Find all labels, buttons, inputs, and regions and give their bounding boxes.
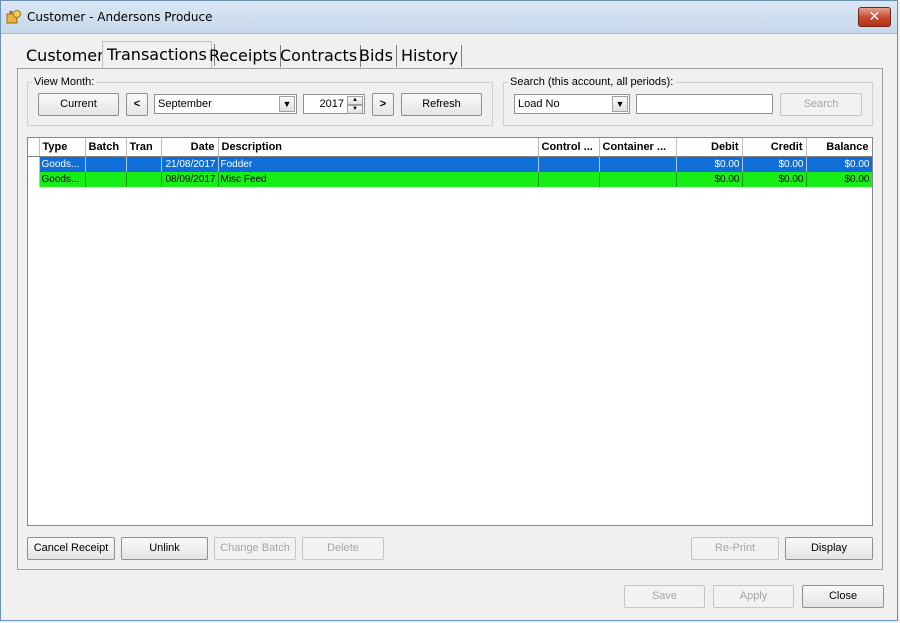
column-header-date[interactable]: Date <box>161 138 219 157</box>
cancel-receipt-button[interactable]: Cancel Receipt <box>27 537 115 560</box>
unlink-button[interactable]: Unlink <box>121 537 208 560</box>
transactions-grid[interactable]: Type Batch Tran Date Description Control… <box>27 137 873 526</box>
row-indicator <box>28 156 40 172</box>
delete-button[interactable]: Delete <box>302 537 384 560</box>
search-field-select[interactable]: Load No ▼ <box>514 94 630 114</box>
tab-bids[interactable]: Bids <box>359 43 397 68</box>
save-button[interactable]: Save <box>624 585 705 608</box>
next-month-button[interactable]: > <box>372 93 394 116</box>
spin-up-icon[interactable]: ▲ <box>347 96 363 105</box>
search-field-value: Load No <box>518 98 560 110</box>
cell-control <box>538 156 600 172</box>
column-header-debit[interactable]: Debit <box>676 138 743 157</box>
search-input[interactable] <box>636 94 773 114</box>
cell-debit: $0.00 <box>676 172 743 187</box>
cell-tran <box>126 172 162 187</box>
year-value: 2017 <box>319 98 344 110</box>
customer-window: Customer - Andersons Produce ✕ Customer … <box>0 0 898 621</box>
column-header-credit[interactable]: Credit <box>742 138 807 157</box>
search-button[interactable]: Search <box>780 93 862 116</box>
cell-date: 21/08/2017 <box>161 156 219 172</box>
transactions-table: Type Batch Tran Date Description Control… <box>28 138 872 187</box>
column-header-control[interactable]: Control ... <box>538 138 600 157</box>
column-header-type[interactable]: Type <box>39 138 86 157</box>
cell-balance: $0.00 <box>806 172 872 187</box>
refresh-button[interactable]: Refresh <box>401 93 482 116</box>
cell-type: Goods... <box>39 156 86 172</box>
cell-batch <box>85 156 127 172</box>
view-month-label: View Month: <box>32 76 97 88</box>
cell-credit: $0.00 <box>742 172 807 187</box>
cell-date: 08/09/2017 <box>161 172 219 187</box>
close-button[interactable]: Close <box>802 585 884 608</box>
reprint-button[interactable]: Re-Print <box>691 537 779 560</box>
cell-description: Misc Feed <box>218 172 539 187</box>
tab-transactions[interactable]: Transactions <box>102 41 215 69</box>
tab-customer[interactable]: Customer <box>26 43 104 68</box>
grid-header-row: Type Batch Tran Date Description Control… <box>28 138 872 157</box>
column-header-indicator <box>28 138 40 157</box>
column-header-batch[interactable]: Batch <box>85 138 127 157</box>
spin-down-icon[interactable]: ▼ <box>347 105 363 114</box>
cell-description: Fodder <box>218 156 539 172</box>
column-header-description[interactable]: Description <box>218 138 539 157</box>
table-row[interactable]: Goods... 21/08/2017 Fodder $0.00 $0.00 $… <box>28 156 872 172</box>
tab-receipts[interactable]: Receipts <box>209 43 282 68</box>
year-spinner[interactable]: 2017 ▲ ▼ <box>303 94 365 114</box>
table-row[interactable]: Goods... 08/09/2017 Misc Feed $0.00 $0.0… <box>28 172 872 187</box>
row-indicator <box>28 172 40 187</box>
change-batch-button[interactable]: Change Batch <box>214 537 296 560</box>
cell-balance: $0.00 <box>806 156 872 172</box>
cell-batch <box>85 172 127 187</box>
cell-type: Goods... <box>39 172 86 187</box>
title-bar[interactable]: Customer - Andersons Produce ✕ <box>1 1 897 34</box>
chevron-down-icon[interactable]: ▼ <box>279 96 295 112</box>
tab-history[interactable]: History <box>401 43 462 68</box>
cell-container <box>599 156 677 172</box>
cell-container <box>599 172 677 187</box>
close-window-button[interactable]: ✕ <box>858 7 891 27</box>
search-label: Search (this account, all periods): <box>508 76 676 88</box>
cell-debit: $0.00 <box>676 156 743 172</box>
window-title: Customer - Andersons Produce <box>27 10 213 24</box>
column-header-tran[interactable]: Tran <box>126 138 162 157</box>
cell-tran <box>126 156 162 172</box>
cell-control <box>538 172 600 187</box>
previous-month-button[interactable]: < <box>126 93 148 116</box>
cell-credit: $0.00 <box>742 156 807 172</box>
app-icon <box>6 10 21 24</box>
chevron-down-icon[interactable]: ▼ <box>612 96 628 112</box>
column-header-balance[interactable]: Balance <box>806 138 872 157</box>
current-month-button[interactable]: Current <box>38 93 119 116</box>
tab-contracts[interactable]: Contracts <box>280 43 362 68</box>
column-header-container[interactable]: Container ... <box>599 138 677 157</box>
close-icon: ✕ <box>868 8 881 24</box>
month-select[interactable]: September ▼ <box>154 94 297 114</box>
apply-button[interactable]: Apply <box>713 585 794 608</box>
month-value: September <box>158 98 212 110</box>
display-button[interactable]: Display <box>785 537 873 560</box>
